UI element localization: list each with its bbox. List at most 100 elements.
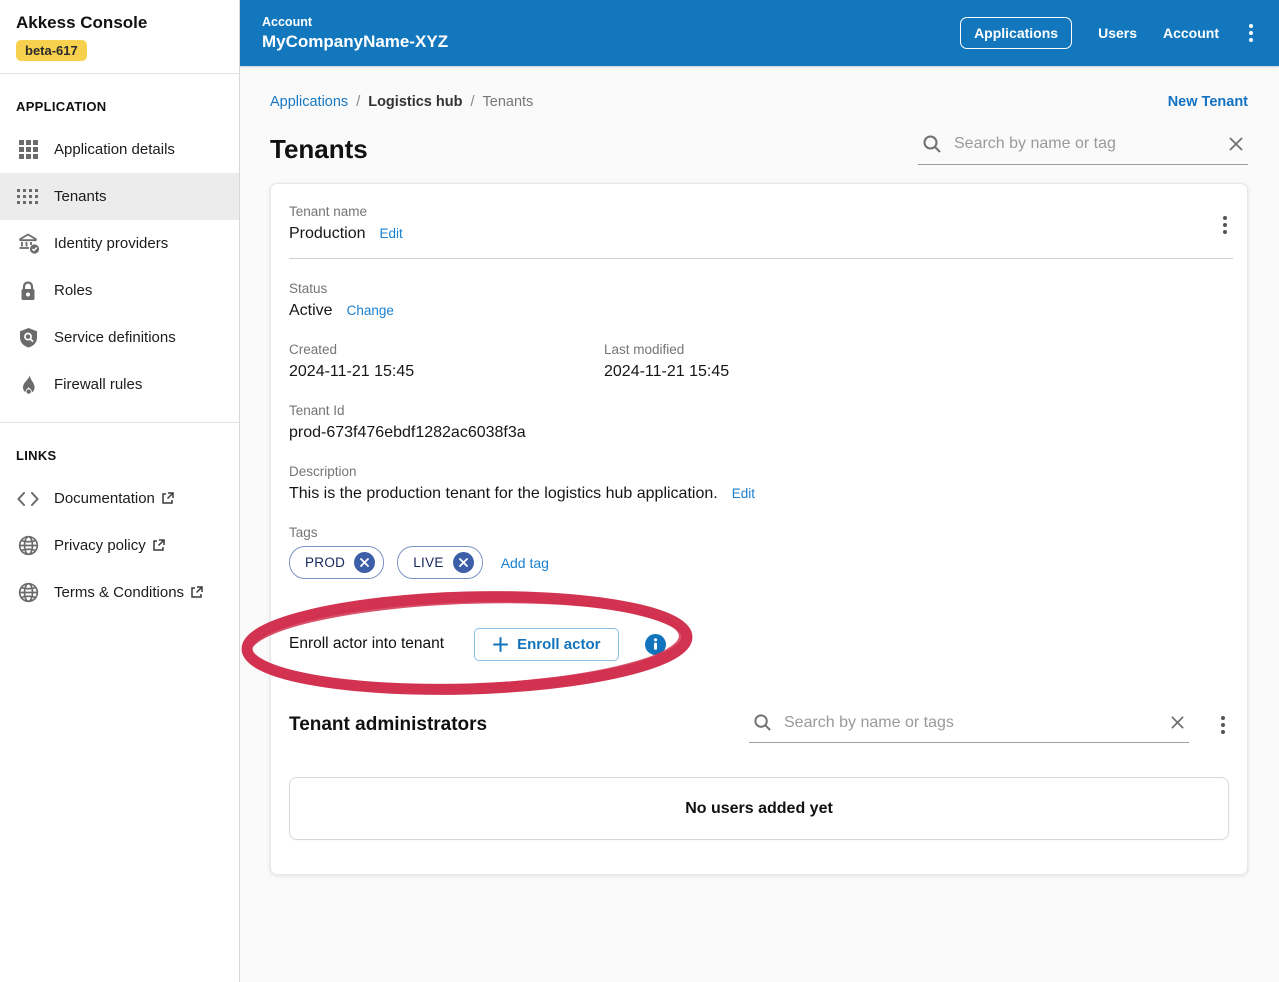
tag-label: PROD xyxy=(305,555,345,570)
sidebar-item-service-definitions[interactable]: Service definitions xyxy=(0,314,239,361)
sidebar-item-label: Identity providers xyxy=(54,235,168,252)
breadcrumb-separator: / xyxy=(470,94,474,110)
code-icon xyxy=(16,487,40,511)
administrators-kebab-menu-icon[interactable] xyxy=(1217,712,1229,738)
breadcrumb-applications[interactable]: Applications xyxy=(270,94,348,110)
administrators-search-input[interactable] xyxy=(784,714,1170,732)
tenant-id-value: prod-673f476ebdf1282ac6038f3a xyxy=(289,424,1229,442)
sidebar-item-label: Tenants xyxy=(54,188,107,205)
edit-description-link[interactable]: Edit xyxy=(732,486,755,501)
dates-row: Created 2024-11-21 15:45 Last modified 2… xyxy=(289,342,1229,381)
grid-icon xyxy=(16,138,40,162)
administrators-search-field[interactable] xyxy=(749,707,1189,743)
info-icon[interactable] xyxy=(645,634,666,655)
search-icon xyxy=(922,134,942,154)
sidebar-item-label: Application details xyxy=(54,141,175,158)
enroll-actor-button-label: Enroll actor xyxy=(517,636,600,653)
description-label: Description xyxy=(289,464,1229,479)
sidebar-item-roles[interactable]: Roles xyxy=(0,267,239,314)
status-group: Status Active Change xyxy=(289,281,1229,320)
topbar: Applications / Logistics hub / Tenants N… xyxy=(270,94,1248,110)
tenant-name-label: Tenant name xyxy=(289,204,1229,219)
application-section-label: APPLICATION xyxy=(0,74,239,126)
add-tag-link[interactable]: Add tag xyxy=(501,555,549,571)
created-group: Created 2024-11-21 15:45 xyxy=(289,342,604,381)
external-link-icon xyxy=(152,539,165,552)
tenant-name-value: Production xyxy=(289,225,366,243)
created-label: Created xyxy=(289,342,604,357)
header-kebab-menu-icon[interactable] xyxy=(1245,20,1257,46)
sidebar-item-label: Firewall rules xyxy=(54,376,142,393)
tag-chip-live: LIVE xyxy=(397,546,482,579)
last-modified-value: 2024-11-21 15:45 xyxy=(604,363,729,381)
nav-applications-button[interactable]: Applications xyxy=(960,17,1072,49)
tenant-name-group: Tenant name Production Edit xyxy=(289,204,1229,243)
sidebar-item-label: Service definitions xyxy=(54,329,176,346)
administrators-empty-state: No users added yet xyxy=(289,777,1229,840)
status-value: Active xyxy=(289,302,333,320)
enroll-actor-button[interactable]: Enroll actor xyxy=(474,628,619,661)
globe-icon xyxy=(16,534,40,558)
beta-badge: beta-617 xyxy=(16,40,87,61)
plus-icon xyxy=(493,637,508,652)
account-block: Account MyCompanyName-XYZ xyxy=(262,15,448,52)
account-label: Account xyxy=(262,15,448,29)
last-modified-group: Last modified 2024-11-21 15:45 xyxy=(604,342,729,381)
sidebar-link-label: Terms & Conditions xyxy=(54,584,184,601)
sidebar-link-terms-conditions[interactable]: Terms & Conditions xyxy=(0,569,239,616)
enroll-actor-label: Enroll actor into tenant xyxy=(289,635,444,653)
external-link-icon xyxy=(190,586,203,599)
sidebar-link-label: Documentation xyxy=(54,490,155,507)
nav-users-button[interactable]: Users xyxy=(1098,25,1137,41)
nav-account-button[interactable]: Account xyxy=(1163,25,1219,41)
bank-check-icon xyxy=(16,232,40,256)
remove-tag-icon[interactable] xyxy=(354,552,375,573)
lock-icon xyxy=(16,279,40,303)
flame-icon xyxy=(16,373,40,397)
tenant-card-kebab-menu-icon[interactable] xyxy=(1219,212,1231,238)
created-value: 2024-11-21 15:45 xyxy=(289,363,604,381)
tenant-search-input[interactable] xyxy=(954,135,1228,153)
tag-label: LIVE xyxy=(413,555,443,570)
description-group: Description This is the production tenan… xyxy=(289,464,1229,503)
tenant-administrators-title: Tenant administrators xyxy=(289,714,749,736)
account-name: MyCompanyName-XYZ xyxy=(262,32,448,52)
tenant-administrators-row: Tenant administrators xyxy=(289,707,1229,743)
top-header: Account MyCompanyName-XYZ Applications U… xyxy=(240,0,1279,66)
empty-state-message: No users added yet xyxy=(685,800,833,818)
tenant-id-group: Tenant Id prod-673f476ebdf1282ac6038f3a xyxy=(289,403,1229,442)
links-section-label: LINKS xyxy=(0,423,239,475)
sidebar-link-label: Privacy policy xyxy=(54,537,146,554)
grid-dots-icon xyxy=(16,185,40,209)
sidebar-link-privacy-policy[interactable]: Privacy policy xyxy=(0,522,239,569)
enroll-actor-row: Enroll actor into tenant Enroll actor xyxy=(289,627,1229,661)
change-status-link[interactable]: Change xyxy=(347,303,394,318)
card-divider xyxy=(289,258,1233,259)
search-icon xyxy=(753,713,772,732)
header-nav: Applications Users Account xyxy=(960,17,1257,49)
breadcrumb: Applications / Logistics hub / Tenants xyxy=(270,94,533,110)
tenant-search-field[interactable] xyxy=(918,128,1248,165)
edit-tenant-name-link[interactable]: Edit xyxy=(380,226,403,241)
sidebar-item-identity-providers[interactable]: Identity providers xyxy=(0,220,239,267)
sidebar-item-application-details[interactable]: Application details xyxy=(0,126,239,173)
clear-search-icon[interactable] xyxy=(1170,715,1185,730)
tag-chip-prod: PROD xyxy=(289,546,384,579)
main-content: Applications / Logistics hub / Tenants N… xyxy=(240,66,1279,982)
sidebar-link-documentation[interactable]: Documentation xyxy=(0,475,239,522)
breadcrumb-logistics-hub[interactable]: Logistics hub xyxy=(368,94,462,110)
new-tenant-link[interactable]: New Tenant xyxy=(1168,94,1248,110)
tenant-card: Tenant name Production Edit Status Activ… xyxy=(270,183,1248,875)
tags-group: Tags PROD LIVE xyxy=(289,525,1229,579)
sidebar-item-label: Roles xyxy=(54,282,92,299)
sidebar-item-firewall-rules[interactable]: Firewall rules xyxy=(0,361,239,408)
description-value: This is the production tenant for the lo… xyxy=(289,485,718,503)
last-modified-label: Last modified xyxy=(604,342,729,357)
title-row: Tenants xyxy=(270,128,1248,165)
sidebar-item-tenants[interactable]: Tenants xyxy=(0,173,239,220)
breadcrumb-tenants: Tenants xyxy=(483,94,534,110)
tenant-id-label: Tenant Id xyxy=(289,403,1229,418)
remove-tag-icon[interactable] xyxy=(453,552,474,573)
clear-search-icon[interactable] xyxy=(1228,136,1244,152)
sidebar-header: Akkess Console beta-617 xyxy=(0,0,239,73)
